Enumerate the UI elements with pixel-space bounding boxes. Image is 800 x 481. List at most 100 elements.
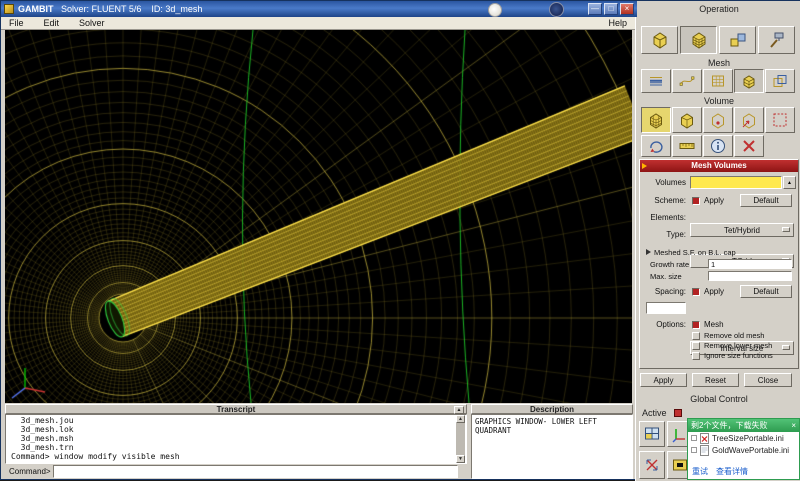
- volume-mesh-button[interactable]: [734, 69, 764, 93]
- transcript-header: Transcript ▲: [5, 404, 467, 414]
- control-panel: Operation Mesh Volume Mesh Volumes Volum…: [635, 1, 800, 481]
- popup-close-icon[interactable]: ×: [791, 419, 796, 432]
- ignore-size-functions-checkbox[interactable]: [692, 352, 700, 360]
- max-size-input[interactable]: [708, 271, 792, 281]
- mesh-operation-button[interactable]: [680, 26, 717, 54]
- option-menu-bar-icon: [782, 227, 790, 232]
- unmesh-volume-button[interactable]: [765, 107, 795, 133]
- form-grip-icon: [642, 163, 647, 169]
- tools-operation-button[interactable]: [758, 26, 795, 54]
- close-button[interactable]: ×: [620, 3, 634, 15]
- summarize-info-button[interactable]: [703, 135, 733, 157]
- volumes-input[interactable]: [690, 176, 782, 189]
- mesh-volumes-form: Mesh Volumes Volumes ▲ Scheme: Apply Def…: [639, 159, 799, 369]
- active-cube-icon: [674, 409, 682, 417]
- volume-label: Volume: [703, 96, 735, 106]
- popup-actions: 重试 查看详情: [692, 466, 748, 477]
- popup-file-row[interactable]: TreeSizePortable.ini: [688, 432, 799, 444]
- overlay-logo-icon: [488, 3, 502, 17]
- delete-mesh-button[interactable]: [734, 135, 764, 157]
- menu-file[interactable]: File: [9, 18, 24, 28]
- mesh-option-checkbox[interactable]: [692, 321, 700, 329]
- retry-link[interactable]: 重试: [692, 466, 708, 477]
- menu-bar: File Edit Solver Help: [1, 17, 635, 30]
- mesh-option-label: Mesh: [704, 320, 724, 329]
- elements-dropdown[interactable]: Tet/Hybrid: [690, 223, 794, 237]
- volume-command-row-2: [641, 135, 764, 157]
- mesh-volumes-button[interactable]: [641, 107, 671, 133]
- remove-old-mesh-label: Remove old mesh: [704, 331, 765, 340]
- geometry-operation-button[interactable]: [641, 26, 678, 54]
- graphics-viewport[interactable]: [5, 30, 632, 403]
- global-control-label: Global Control: [690, 394, 748, 404]
- smooth-mesh-button[interactable]: [641, 135, 671, 157]
- transcript-line: 3d_mesh.lok: [11, 425, 74, 434]
- minimize-button[interactable]: —: [588, 3, 602, 15]
- elements-value: Tet/Hybrid: [723, 225, 760, 235]
- check-size-button[interactable]: [672, 135, 702, 157]
- group-mesh-button[interactable]: [765, 69, 795, 93]
- file-name[interactable]: GoldWavePortable.ini: [712, 446, 789, 455]
- fit-to-window-button[interactable]: [639, 451, 665, 479]
- global-control-row-2: [639, 451, 693, 479]
- submap-volume-button[interactable]: [672, 107, 702, 133]
- zones-operation-button[interactable]: [719, 26, 756, 54]
- description-header: Description: [471, 404, 633, 414]
- app-icon: [4, 4, 14, 14]
- volumes-label: Volumes: [655, 178, 686, 187]
- scheme-default-button[interactable]: Default: [740, 194, 792, 207]
- transcript-expand-button[interactable]: ▲: [454, 406, 464, 414]
- scheme-apply-checkbox[interactable]: [692, 197, 700, 205]
- close-form-button[interactable]: Close: [744, 373, 792, 387]
- operation-toolbar: [641, 26, 795, 54]
- description-title: Description: [529, 405, 574, 414]
- reset-button[interactable]: Reset: [692, 373, 739, 387]
- scroll-down-icon[interactable]: ▼: [456, 455, 465, 463]
- popup-file-row[interactable]: GoldWavePortable.ini: [688, 444, 799, 456]
- remove-old-mesh-checkbox[interactable]: [692, 332, 700, 340]
- spacing-value-input[interactable]: [646, 302, 686, 314]
- download-popup: 剩2个文件，下载失败 × TreeSizePortable.ini GoldWa…: [687, 418, 800, 480]
- description-body: GRAPHICS WINDOW- LOWER LEFT QUADRANT: [471, 414, 633, 479]
- boundary-layer-button[interactable]: [641, 69, 671, 93]
- edge-mesh-button[interactable]: [672, 69, 702, 93]
- maximize-button[interactable]: □: [604, 3, 618, 15]
- apply-button[interactable]: Apply: [640, 373, 687, 387]
- form-title-bar[interactable]: Mesh Volumes: [640, 160, 798, 172]
- menu-solver[interactable]: Solver: [79, 18, 105, 28]
- popup-header[interactable]: 剩2个文件，下载失败 ×: [688, 419, 799, 432]
- vertex-type-button[interactable]: [703, 107, 733, 133]
- overlay-badge-icon: [549, 2, 564, 17]
- scroll-up-icon[interactable]: ▲: [456, 415, 465, 423]
- file-checkbox[interactable]: [691, 447, 697, 453]
- remove-lower-mesh-label: Remove lower mesh: [704, 341, 773, 350]
- menu-help[interactable]: Help: [608, 18, 627, 28]
- mesh-toolbar: [641, 69, 795, 93]
- scrollbar-track[interactable]: [456, 423, 465, 455]
- growth-rate-input[interactable]: 1: [708, 259, 792, 269]
- volumes-pick-button[interactable]: ▲: [783, 176, 796, 189]
- command-input[interactable]: [53, 465, 458, 478]
- active-label: Active: [642, 408, 667, 418]
- window-controls: — □ ×: [588, 3, 634, 15]
- transcript-line: 3d_mesh.msh: [11, 434, 74, 443]
- options-label: Options:: [656, 320, 686, 329]
- failed-file-icon: [700, 432, 709, 444]
- file-name[interactable]: TreeSizePortable.ini: [712, 434, 784, 443]
- remove-lower-mesh-checkbox[interactable]: [692, 342, 700, 350]
- spacing-default-button[interactable]: Default: [740, 285, 792, 298]
- mesh-direction-button[interactable]: [734, 107, 764, 133]
- blcap-toggle-icon[interactable]: [646, 249, 651, 255]
- title-bar[interactable]: GAMBIT Solver: FLUENT 5/6 ID: 3d_mesh — …: [1, 1, 637, 17]
- ignore-size-functions-label: Ignore size functions: [704, 351, 773, 360]
- menu-edit[interactable]: Edit: [44, 18, 60, 28]
- transcript-scrollbar[interactable]: ▲ ▼: [456, 415, 465, 463]
- view-details-link[interactable]: 查看详情: [716, 466, 748, 477]
- spacing-apply-checkbox[interactable]: [692, 288, 700, 296]
- file-checkbox[interactable]: [691, 435, 697, 441]
- face-mesh-button[interactable]: [703, 69, 733, 93]
- operation-label: Operation: [699, 4, 739, 14]
- gambit-window: GAMBIT Solver: FLUENT 5/6 ID: 3d_mesh — …: [0, 0, 800, 481]
- quadrant-layout-button[interactable]: [639, 421, 665, 447]
- volume-command-row-1: [641, 107, 795, 133]
